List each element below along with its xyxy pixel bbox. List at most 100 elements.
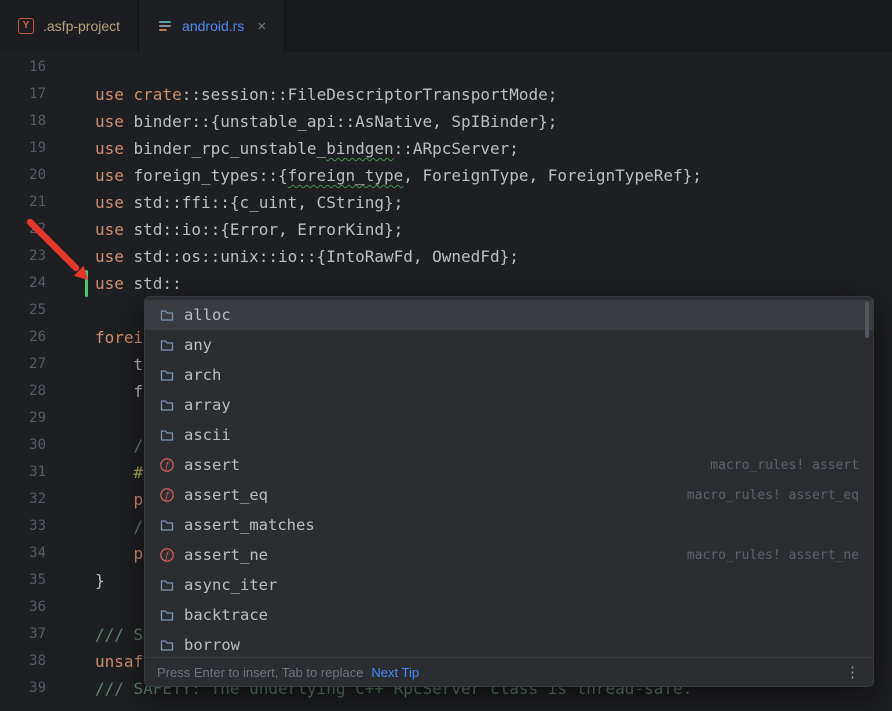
line-number: 25 [0, 297, 46, 324]
completion-label: any [184, 336, 212, 354]
tab-file-label: android.rs [182, 18, 244, 34]
module-icon [159, 307, 175, 323]
tab-android-rs[interactable]: android.rs × [139, 0, 285, 52]
module-icon [159, 427, 175, 443]
completion-item-borrow[interactable]: borrow [145, 630, 873, 657]
completion-label: assert_matches [184, 516, 315, 534]
line-number: 38 [0, 648, 46, 675]
rust-file-icon [157, 18, 173, 34]
completion-label: array [184, 396, 231, 414]
completion-list: alloc any arch array ascii f assert macro_rules… [145, 297, 873, 657]
code-text: use std::os::unix::io::{IntoRawFd, Owned… [95, 243, 519, 270]
line-number: 36 [0, 594, 46, 621]
completion-label: assert [184, 456, 240, 474]
line-number: 21 [0, 189, 46, 216]
code-text: # [95, 459, 143, 486]
code-text: use std::io::{Error, ErrorKind}; [95, 216, 403, 243]
line-number: 34 [0, 540, 46, 567]
completion-label: ascii [184, 426, 231, 444]
code-line-21[interactable]: 21use std::ffi::{c_uint, CString}; [0, 189, 892, 216]
code-text: / [95, 513, 143, 540]
code-text: } [95, 567, 105, 594]
code-text: unsaf [95, 648, 143, 675]
completion-label: alloc [184, 306, 231, 324]
code-text: /// S [95, 621, 143, 648]
line-number: 26 [0, 324, 46, 351]
completion-item-any[interactable]: any [145, 330, 873, 360]
popup-footer-hint: Press Enter to insert, Tab to replace [157, 665, 363, 680]
completion-item-assert_matches[interactable]: assert_matches [145, 510, 873, 540]
code-line-18[interactable]: 18 use binder::{unstable_api::AsNative, S… [0, 108, 892, 135]
line-number: 18 [0, 108, 46, 135]
completion-item-assert[interactable]: f assert macro_rules! assert [145, 450, 873, 480]
completion-label: assert_ne [184, 546, 268, 564]
more-options-icon[interactable]: ⋮ [845, 663, 861, 681]
next-tip-link[interactable]: Next Tip [371, 665, 419, 680]
svg-text:f: f [164, 550, 170, 561]
module-icon [159, 517, 175, 533]
module-icon [159, 577, 175, 593]
line-number: 39 [0, 675, 46, 702]
completion-item-assert_eq[interactable]: f assert_eq macro_rules! assert_eq [145, 480, 873, 510]
code-text: use foreign_types::{foreign_type, Foreig… [95, 162, 702, 189]
code-line-20[interactable]: 20 use foreign_types::{foreign_type, Fore… [0, 162, 892, 189]
code-text: use binder_rpc_unstable_bindgen::ARpcSer… [95, 135, 519, 162]
module-icon [159, 397, 175, 413]
completion-type-hint: macro_rules! assert [710, 458, 859, 473]
completion-item-assert_ne[interactable]: f assert_ne macro_rules! assert_ne [145, 540, 873, 570]
code-line-19[interactable]: 19 use binder_rpc_unstable_bindgen::ARpcS… [0, 135, 892, 162]
line-number: 19 [0, 135, 46, 162]
line-number: 28 [0, 378, 46, 405]
code-line-17[interactable]: 17 use crate::session::FileDescriptorTran… [0, 81, 892, 108]
completion-type-hint: macro_rules! assert_eq [687, 488, 859, 503]
completion-label: assert_eq [184, 486, 268, 504]
code-text: f [95, 378, 143, 405]
code-text: forei [95, 324, 143, 351]
popup-scrollbar[interactable] [865, 302, 869, 338]
line-number: 20 [0, 162, 46, 189]
ide-window: Y .asfp-project android.rs × 1617 use cra… [0, 0, 892, 711]
macro-icon: f [159, 457, 175, 473]
tab-project[interactable]: Y .asfp-project [0, 0, 139, 52]
code-text: t [95, 351, 143, 378]
code-text: use std:: [95, 270, 182, 297]
vcs-added-line-marker [85, 270, 88, 297]
close-tab-icon[interactable]: × [257, 19, 266, 34]
code-line-16[interactable]: 16 [0, 54, 892, 81]
completion-item-async_iter[interactable]: async_iter [145, 570, 873, 600]
macro-icon: f [159, 547, 175, 563]
code-line-23[interactable]: 23use std::os::unix::io::{IntoRawFd, Own… [0, 243, 892, 270]
code-line-24[interactable]: 24 use std:: [0, 270, 892, 297]
code-text: use crate::session::FileDescriptorTransp… [95, 81, 557, 108]
line-number: 16 [0, 54, 46, 81]
completion-item-array[interactable]: array [145, 390, 873, 420]
completion-type-hint: macro_rules! assert_ne [687, 548, 859, 563]
macro-icon: f [159, 487, 175, 503]
line-number: 29 [0, 405, 46, 432]
completion-label: borrow [184, 636, 240, 654]
svg-text:f: f [164, 490, 170, 501]
tab-bar-fill [285, 0, 892, 52]
line-number: 17 [0, 81, 46, 108]
module-icon [159, 367, 175, 383]
tab-project-label: .asfp-project [43, 18, 120, 34]
svg-text:f: f [164, 460, 170, 471]
line-number: 22 [0, 216, 46, 243]
completion-label: backtrace [184, 606, 268, 624]
popup-footer: Press Enter to insert, Tab to replace Ne… [145, 657, 873, 686]
module-icon [159, 637, 175, 653]
line-number: 24 [0, 270, 46, 297]
line-number: 27 [0, 351, 46, 378]
code-text: use binder::{unstable_api::AsNative, SpI… [95, 108, 557, 135]
code-text: p [95, 486, 143, 513]
completion-label: arch [184, 366, 221, 384]
tab-bar: Y .asfp-project android.rs × [0, 0, 892, 52]
completion-item-ascii[interactable]: ascii [145, 420, 873, 450]
code-line-22[interactable]: 22 use std::io::{Error, ErrorKind}; [0, 216, 892, 243]
code-text: / [95, 432, 143, 459]
completion-item-backtrace[interactable]: backtrace [145, 600, 873, 630]
project-file-icon: Y [18, 18, 34, 34]
completion-item-arch[interactable]: arch [145, 360, 873, 390]
completion-item-alloc[interactable]: alloc [145, 300, 873, 330]
completion-popup: alloc any arch array ascii f assert macro_rules… [144, 296, 874, 687]
